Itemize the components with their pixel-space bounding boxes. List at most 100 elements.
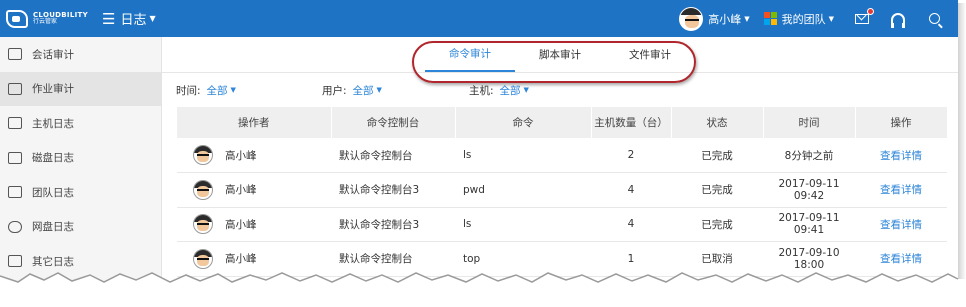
- sidebar-item-host-log[interactable]: 主机日志: [0, 106, 161, 141]
- command-text: pwd: [455, 172, 591, 208]
- logo-text-cn: 行云管家: [33, 18, 58, 26]
- avatar: [193, 179, 213, 200]
- sidebar-item-session-audit[interactable]: 会话审计: [0, 37, 161, 72]
- team-icon: [8, 186, 22, 199]
- module-title[interactable]: 日志: [120, 9, 146, 28]
- table-row: 高小峰 默认命令控制台 top 1 已取消 2017-09-10 18:00 查…: [177, 241, 947, 277]
- time-text: 2017-09-10 18:00: [763, 241, 855, 277]
- command-text: ls: [455, 207, 591, 242]
- sidebar-item-label: 团队日志: [32, 186, 74, 199]
- filter-label: 时间:: [176, 84, 201, 97]
- column-header-time: 时间: [763, 107, 856, 138]
- filter-value[interactable]: 全部: [500, 83, 521, 98]
- main-content: 命令审计 脚本审计 文件审计 时间: 全部 ▼ 用户: 全部 ▼ 主机: 全部 …: [162, 37, 958, 307]
- console-name: 默认命令控制台: [331, 138, 455, 173]
- status-badge: 已完成: [671, 138, 763, 173]
- chevron-down-icon[interactable]: ▼: [524, 86, 529, 94]
- filter-value[interactable]: 全部: [353, 83, 374, 98]
- operator-name: 高小峰: [225, 149, 257, 162]
- sidebar-item-label: 主机日志: [32, 117, 74, 130]
- view-details-link[interactable]: 查看详情: [880, 184, 922, 196]
- sidebar: 会话审计 作业审计 主机日志 磁盘日志 团队日志 网盘日志 其它日志: [0, 37, 162, 307]
- page-shadow: [958, 3, 966, 283]
- sidebar-item-label: 网盘日志: [32, 221, 74, 234]
- table-row: 高小峰 默认命令控制台3 pwd 4 已完成 2017-09-11 09:42 …: [177, 172, 947, 208]
- sidebar-item-label: 其它日志: [32, 255, 74, 268]
- menu-icon[interactable]: ☰: [102, 10, 115, 28]
- notification-dot: [867, 8, 874, 15]
- operator-name: 高小峰: [225, 218, 257, 231]
- search-button[interactable]: [916, 0, 952, 37]
- command-text: top: [455, 241, 591, 277]
- sidebar-item-team-log[interactable]: 团队日志: [0, 175, 161, 210]
- operator-name: 高小峰: [225, 184, 257, 197]
- sidebar-item-label: 磁盘日志: [32, 152, 74, 165]
- view-details-link[interactable]: 查看详情: [880, 253, 922, 265]
- column-header-status: 状态: [671, 107, 764, 138]
- chevron-down-icon[interactable]: ▼: [744, 15, 749, 23]
- filter-label: 用户:: [322, 84, 347, 97]
- cloud-icon: [8, 220, 22, 233]
- chevron-down-icon[interactable]: ▼: [829, 15, 834, 23]
- chevron-down-icon[interactable]: ▼: [377, 86, 382, 94]
- avatar: [193, 145, 213, 165]
- chevron-down-icon[interactable]: ▼: [149, 14, 155, 23]
- filter-label: 主机:: [469, 84, 494, 97]
- messages-button[interactable]: [844, 0, 880, 37]
- tab-script-audit[interactable]: 脚本审计: [515, 36, 605, 72]
- table-row: 高小峰 默认命令控制台 ls 2 已完成 8分钟之前 查看详情: [177, 138, 947, 173]
- sidebar-item-label: 作业审计: [32, 83, 74, 96]
- session-audit-icon: [8, 48, 22, 61]
- tab-command-audit[interactable]: 命令审计: [425, 36, 515, 72]
- column-header-command: 命令: [455, 107, 592, 138]
- sidebar-item-cloud-disk-log[interactable]: 网盘日志: [0, 210, 161, 245]
- status-badge: 已完成: [671, 207, 763, 242]
- filter-value[interactable]: 全部: [207, 83, 228, 98]
- tab-file-audit[interactable]: 文件审计: [605, 36, 695, 72]
- sidebar-item-label: 会话审计: [32, 48, 74, 61]
- view-details-link[interactable]: 查看详情: [880, 219, 922, 231]
- user-avatar[interactable]: [679, 6, 704, 31]
- sidebar-item-job-audit[interactable]: 作业审计: [0, 71, 161, 106]
- avatar: [193, 214, 213, 235]
- column-header-operator: 操作者: [177, 107, 332, 138]
- host-count: 4: [591, 207, 671, 242]
- team-logo-icon: [763, 12, 777, 25]
- job-audit-icon: [8, 82, 22, 95]
- filter-user[interactable]: 用户: 全部 ▼: [322, 83, 469, 98]
- chevron-down-icon[interactable]: ▼: [231, 86, 236, 94]
- filter-time[interactable]: 时间: 全部 ▼: [176, 83, 322, 98]
- console-name: 默认命令控制台: [331, 241, 455, 277]
- sidebar-item-other-log[interactable]: 其它日志: [0, 244, 161, 279]
- time-text: 2017-09-11 09:41: [763, 207, 855, 242]
- table-row: 高小峰 默认命令控制台3 ls 4 已完成 2017-09-11 09:41 查…: [177, 207, 947, 242]
- table-header-row: 操作者 命令控制台 命令 主机数量（台） 状态 时间 操作: [177, 107, 948, 138]
- top-bar: CLOUDBILITY 行云管家 ☰ 日志 ▼ 高小峰 ▼ 我的团队 ▼: [0, 0, 958, 37]
- time-text: 2017-09-11 09:42: [763, 172, 855, 208]
- mail-icon: [855, 13, 869, 24]
- user-name[interactable]: 高小峰: [708, 11, 741, 27]
- cloudbility-logo[interactable]: CLOUDBILITY 行云管家: [6, 9, 92, 28]
- team-selector[interactable]: 我的团队: [782, 11, 826, 27]
- status-badge: 已取消: [671, 241, 763, 277]
- disk-icon: [8, 151, 22, 164]
- filter-host[interactable]: 主机: 全部 ▼: [469, 83, 529, 98]
- host-count: 4: [591, 172, 671, 208]
- status-badge: 已完成: [671, 172, 763, 208]
- host-count: 2: [591, 138, 671, 173]
- column-header-console: 命令控制台: [331, 107, 456, 138]
- command-audit-table: 操作者 命令控制台 命令 主机数量（台） 状态 时间 操作 高小峰 默认命令控制…: [177, 107, 948, 277]
- headset-icon: [891, 12, 905, 28]
- support-button[interactable]: [880, 0, 916, 37]
- console-name: 默认命令控制台3: [331, 172, 455, 208]
- operator-name: 高小峰: [225, 253, 257, 266]
- monitor-icon: [8, 117, 22, 130]
- command-text: ls: [455, 138, 591, 173]
- search-icon: [928, 13, 940, 24]
- console-name: 默认命令控制台3: [331, 207, 455, 242]
- view-details-link[interactable]: 查看详情: [880, 150, 922, 162]
- sidebar-item-disk-log[interactable]: 磁盘日志: [0, 141, 161, 176]
- avatar: [193, 248, 213, 269]
- time-text: 8分钟之前: [763, 138, 855, 173]
- column-header-host-count: 主机数量（台）: [591, 107, 672, 138]
